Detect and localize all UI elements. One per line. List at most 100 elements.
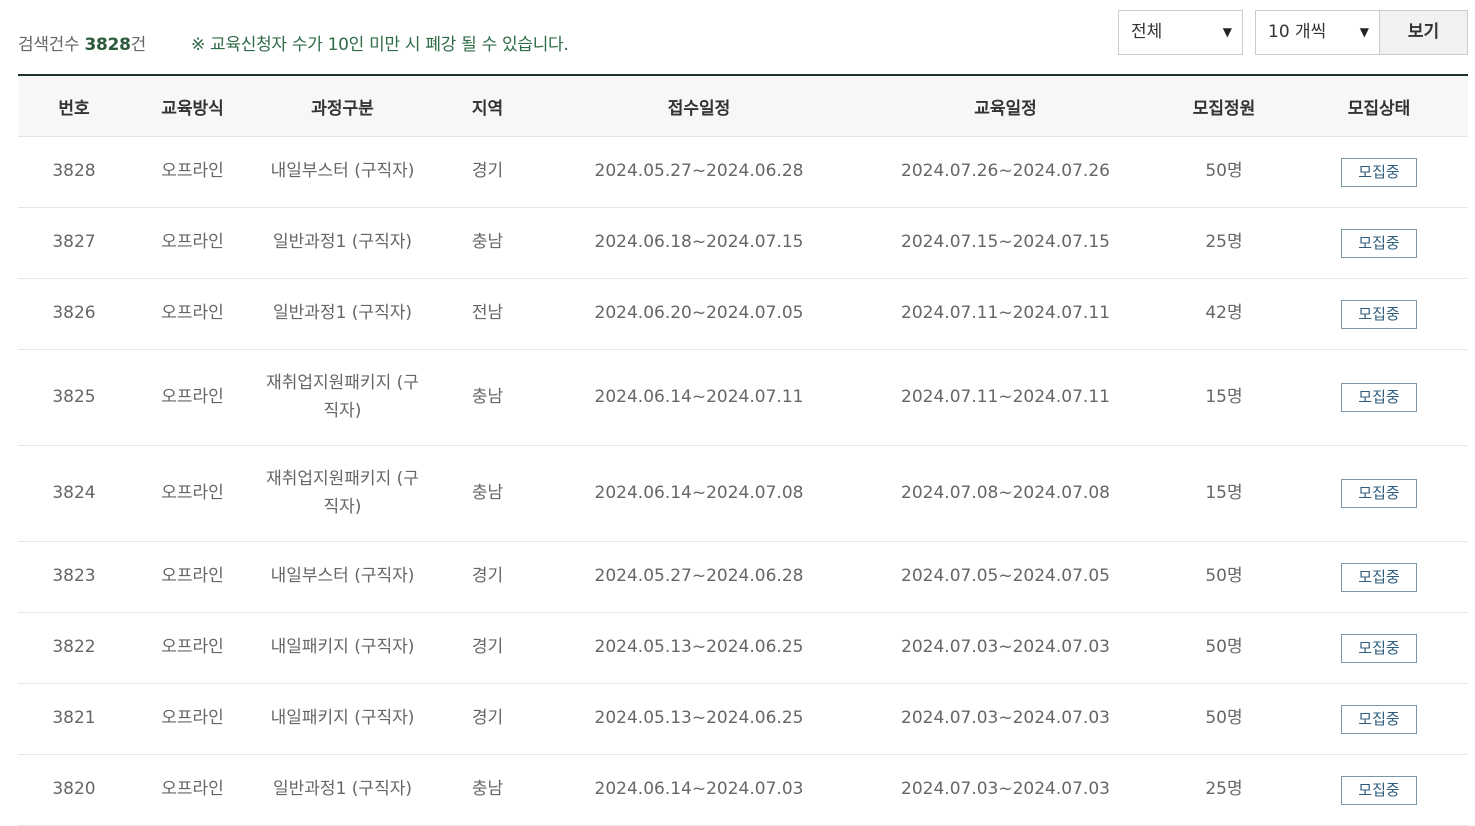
table-row[interactable]: 3823 오프라인 내일부스터 (구직자) 경기 2024.05.27~2024… [18,541,1468,613]
header-status: 모집상태 [1290,75,1468,137]
cell-method: 오프라인 [130,349,255,446]
status-badge[interactable]: 모집중 [1341,383,1417,412]
cell-capacity: 50명 [1158,683,1290,755]
search-count-label: 검색건수 [18,35,80,55]
table-row[interactable]: 3825 오프라인 재취업지원패키지 (구직자) 충남 2024.06.14~2… [18,349,1468,446]
cell-no: 3827 [18,207,130,279]
cell-course[interactable]: 내일패키지 (구직자) [255,683,430,755]
cell-status: 모집중 [1290,445,1468,542]
list-toolbar: 검색건수 3828건 ※ 교육신청자 수가 10인 미만 시 폐강 될 수 있습… [18,0,1468,74]
cell-apply-period: 2024.05.13~2024.06.25 [545,612,853,684]
cell-capacity: 42명 [1158,278,1290,350]
cell-capacity: 50명 [1158,541,1290,613]
cell-course[interactable]: 재취업지원패키지 (구직자) [255,349,430,446]
cell-no: 3826 [18,278,130,350]
cell-capacity: 15명 [1158,349,1290,446]
cell-status: 모집중 [1290,136,1468,208]
cell-apply-period: 2024.06.14~2024.07.03 [545,754,853,826]
region-select[interactable]: 전체 ▼ [1118,10,1243,55]
cell-status: 모집중 [1290,349,1468,446]
cell-capacity: 50명 [1158,136,1290,208]
cell-apply-period: 2024.06.20~2024.07.05 [545,278,853,350]
cell-region: 충남 [430,349,545,446]
filter-controls: 전체 ▼ 10 개씩 ▼ 보기 [1118,10,1468,55]
cell-no: 3821 [18,683,130,755]
cell-method: 오프라인 [130,683,255,755]
cell-capacity: 50명 [1158,612,1290,684]
table-header-row: 번호 교육방식 과정구분 지역 접수일정 교육일정 모집정원 모집상태 [18,75,1468,137]
cell-course[interactable]: 재취업지원패키지 (구직자) [255,445,430,542]
cell-apply-period: 2024.06.14~2024.07.11 [545,349,853,446]
header-apply-period: 접수일정 [545,75,853,137]
cell-edu-period: 2024.07.03~2024.07.03 [853,612,1158,684]
header-edu-period: 교육일정 [853,75,1158,137]
header-method: 교육방식 [130,75,255,137]
header-course: 과정구분 [255,75,430,137]
cell-course[interactable]: 내일부스터 (구직자) [255,136,430,208]
cell-method: 오프라인 [130,136,255,208]
header-capacity: 모집정원 [1158,75,1290,137]
status-badge[interactable]: 모집중 [1341,704,1417,734]
cell-apply-period: 2024.05.27~2024.06.28 [545,541,853,613]
cell-course[interactable]: 일반과정1 (구직자) [255,754,430,826]
cell-course[interactable]: 일반과정1 (구직자) [255,207,430,279]
cell-edu-period: 2024.07.08~2024.07.08 [853,445,1158,542]
table-row[interactable]: 3822 오프라인 내일패키지 (구직자) 경기 2024.05.13~2024… [18,612,1468,684]
cell-capacity: 25명 [1158,754,1290,826]
cell-status: 모집중 [1290,541,1468,613]
header-no: 번호 [18,75,130,137]
region-select-value: 전체 [1131,22,1163,42]
cell-region: 충남 [430,754,545,826]
cell-region: 경기 [430,541,545,613]
table-row[interactable]: 3826 오프라인 일반과정1 (구직자) 전남 2024.06.20~2024… [18,278,1468,350]
cell-edu-period: 2024.07.05~2024.07.05 [853,541,1158,613]
status-badge[interactable]: 모집중 [1341,633,1417,663]
table-row[interactable]: 3827 오프라인 일반과정1 (구직자) 충남 2024.06.18~2024… [18,207,1468,279]
cell-region: 경기 [430,136,545,208]
cell-status: 모집중 [1290,754,1468,826]
table-row[interactable]: 3828 오프라인 내일부스터 (구직자) 경기 2024.05.27~2024… [18,136,1468,208]
per-page-select[interactable]: 10 개씩 ▼ [1255,10,1379,55]
cell-status: 모집중 [1290,612,1468,684]
view-button[interactable]: 보기 [1379,10,1468,55]
cell-region: 충남 [430,445,545,542]
course-table: 번호 교육방식 과정구분 지역 접수일정 교육일정 모집정원 모집상태 3828… [18,74,1468,826]
table-row[interactable]: 3821 오프라인 내일패키지 (구직자) 경기 2024.05.13~2024… [18,683,1468,755]
cell-no: 3823 [18,541,130,613]
cell-edu-period: 2024.07.03~2024.07.03 [853,754,1158,826]
cell-no: 3828 [18,136,130,208]
cell-method: 오프라인 [130,207,255,279]
cell-apply-period: 2024.06.18~2024.07.15 [545,207,853,279]
cell-method: 오프라인 [130,612,255,684]
course-list-page: 검색건수 3828건 ※ 교육신청자 수가 10인 미만 시 폐강 될 수 있습… [18,0,1468,826]
search-count-value: 3828 [84,35,131,55]
status-badge[interactable]: 모집중 [1341,157,1417,187]
cell-method: 오프라인 [130,754,255,826]
status-badge[interactable]: 모집중 [1341,299,1417,329]
chevron-down-icon: ▼ [1222,25,1232,39]
cell-edu-period: 2024.07.26~2024.07.26 [853,136,1158,208]
cancellation-notice: ※ 교육신청자 수가 10인 미만 시 폐강 될 수 있습니다. [191,35,569,55]
cell-region: 충남 [430,207,545,279]
cell-course[interactable]: 일반과정1 (구직자) [255,278,430,350]
table-row[interactable]: 3820 오프라인 일반과정1 (구직자) 충남 2024.06.14~2024… [18,754,1468,826]
cell-status: 모집중 [1290,207,1468,279]
cell-edu-period: 2024.07.11~2024.07.11 [853,349,1158,446]
status-badge[interactable]: 모집중 [1341,479,1417,508]
cell-apply-period: 2024.05.13~2024.06.25 [545,683,853,755]
cell-course[interactable]: 내일패키지 (구직자) [255,612,430,684]
cell-apply-period: 2024.05.27~2024.06.28 [545,136,853,208]
cell-edu-period: 2024.07.15~2024.07.15 [853,207,1158,279]
cell-capacity: 25명 [1158,207,1290,279]
status-badge[interactable]: 모집중 [1341,562,1417,592]
table-row[interactable]: 3824 오프라인 재취업지원패키지 (구직자) 충남 2024.06.14~2… [18,445,1468,542]
cell-course[interactable]: 내일부스터 (구직자) [255,541,430,613]
status-badge[interactable]: 모집중 [1341,775,1417,805]
status-badge[interactable]: 모집중 [1341,228,1417,258]
header-region: 지역 [430,75,545,137]
cell-status: 모집중 [1290,278,1468,350]
search-count-suffix: 건 [130,35,147,55]
cell-method: 오프라인 [130,445,255,542]
cell-region: 전남 [430,278,545,350]
search-count: 검색건수 3828건 [18,30,146,55]
